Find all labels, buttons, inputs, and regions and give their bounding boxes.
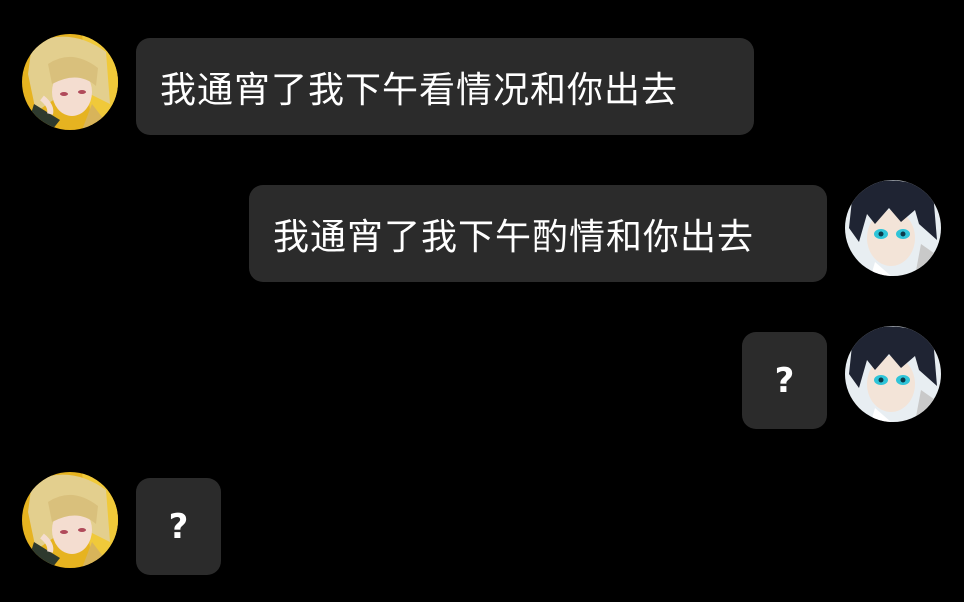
chat-conversation: 我通宵了我下午看情况和你出去 我通宵了我下午酌情和你出去 ? ? <box>0 0 964 602</box>
message-text: ? <box>774 360 795 401</box>
dark-hair-avatar-icon[interactable] <box>845 180 941 276</box>
message-bubble[interactable]: ? <box>742 332 827 429</box>
blonde-avatar-image <box>22 34 118 130</box>
dark-hair-avatar-image <box>845 326 941 422</box>
dark-hair-avatar-image <box>845 180 941 276</box>
message-text: ? <box>168 506 189 547</box>
message-bubble[interactable]: 我通宵了我下午看情况和你出去 <box>136 38 754 135</box>
blonde-avatar-icon[interactable] <box>22 472 118 568</box>
message-text: 我通宵了我下午酌情和你出去 <box>273 216 755 258</box>
message-bubble[interactable]: 我通宵了我下午酌情和你出去 <box>249 185 827 282</box>
message-bubble[interactable]: ? <box>136 478 221 575</box>
message-text: 我通宵了我下午看情况和你出去 <box>160 69 679 111</box>
dark-hair-avatar-icon[interactable] <box>845 326 941 422</box>
blonde-avatar-icon[interactable] <box>22 34 118 130</box>
blonde-avatar-image <box>22 472 118 568</box>
